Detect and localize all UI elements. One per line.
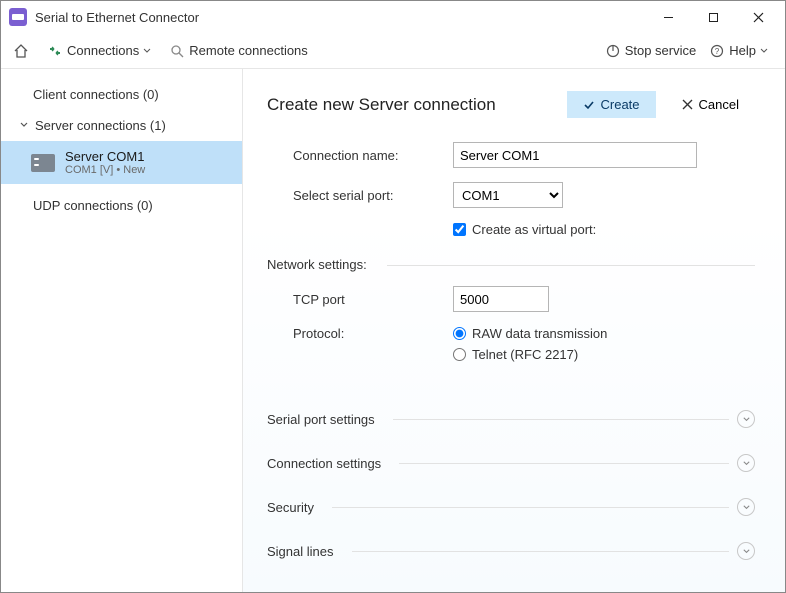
chevron-down-icon [19,118,29,133]
connection-settings-expander[interactable]: Connection settings [267,442,755,484]
chevron-down-icon [737,498,755,516]
close-button[interactable] [736,2,781,32]
stop-service-button[interactable]: Stop service [606,43,697,58]
remote-connections-button[interactable]: Remote connections [170,43,308,58]
minimize-button[interactable] [646,2,691,32]
protocol-label: Protocol: [293,326,453,341]
chevron-down-icon [737,454,755,472]
security-expander[interactable]: Security [267,486,755,528]
serial-port-settings-expander[interactable]: Serial port settings [267,398,755,440]
udp-connections-group[interactable]: UDP connections (0) [1,190,242,221]
maximize-button[interactable] [691,2,736,32]
chevron-down-icon [760,47,768,55]
cancel-button[interactable]: Cancel [666,91,755,118]
protocol-telnet-label: Telnet (RFC 2217) [472,347,578,362]
tcp-port-input[interactable] [453,286,549,312]
check-icon [583,99,595,111]
create-button-label: Create [601,97,640,112]
remote-connections-label: Remote connections [189,43,308,58]
select-port-label: Select serial port: [293,188,453,203]
connections-label: Connections [67,43,139,58]
expander-label: Connection settings [267,456,391,471]
stop-service-label: Stop service [625,43,697,58]
content-pane: Create new Server connection Create Canc… [243,69,785,592]
client-group-label: Client connections (0) [33,87,159,102]
server-connections-group[interactable]: Server connections (1) [1,110,242,141]
help-menu[interactable]: ? Help [710,43,773,58]
create-button[interactable]: Create [567,91,656,118]
cancel-button-label: Cancel [699,97,739,112]
window-title: Serial to Ethernet Connector [35,10,646,25]
connection-name-input[interactable] [453,142,697,168]
chevron-down-icon [737,542,755,560]
sidebar-item-subtitle: COM1 [V] • New [65,164,145,176]
server-icon [31,154,55,172]
connection-name-label: Connection name: [293,148,453,163]
app-icon [9,8,27,26]
create-virtual-label: Create as virtual port: [472,222,596,237]
sidebar: Client connections (0) Server connection… [1,69,243,592]
signal-lines-expander[interactable]: Signal lines [267,530,755,572]
page-title: Create new Server connection [267,95,567,115]
expander-label: Serial port settings [267,412,385,427]
protocol-raw-radio[interactable] [453,327,466,340]
titlebar: Serial to Ethernet Connector [1,1,785,33]
chevron-down-icon [143,47,151,55]
expander-label: Security [267,500,324,515]
sidebar-item-title: Server COM1 [65,149,145,164]
udp-group-label: UDP connections (0) [33,198,153,213]
svg-text:?: ? [715,47,720,56]
expander-label: Signal lines [267,544,344,559]
help-label: Help [729,43,756,58]
network-settings-heading: Network settings: [267,257,755,272]
create-virtual-checkbox[interactable] [453,223,466,236]
close-icon [682,99,693,110]
protocol-raw-label: RAW data transmission [472,326,607,341]
connections-menu[interactable]: Connections [48,43,156,58]
client-connections-group[interactable]: Client connections (0) [1,79,242,110]
home-button[interactable] [13,43,34,59]
serial-port-select[interactable]: COM1 [453,182,563,208]
chevron-down-icon [737,410,755,428]
sidebar-item-server-com1[interactable]: Server COM1 COM1 [V] • New [1,141,242,184]
server-group-label: Server connections (1) [35,118,166,133]
protocol-telnet-radio[interactable] [453,348,466,361]
toolbar: Connections Remote connections Stop serv… [1,33,785,69]
tcp-port-label: TCP port [293,292,453,307]
